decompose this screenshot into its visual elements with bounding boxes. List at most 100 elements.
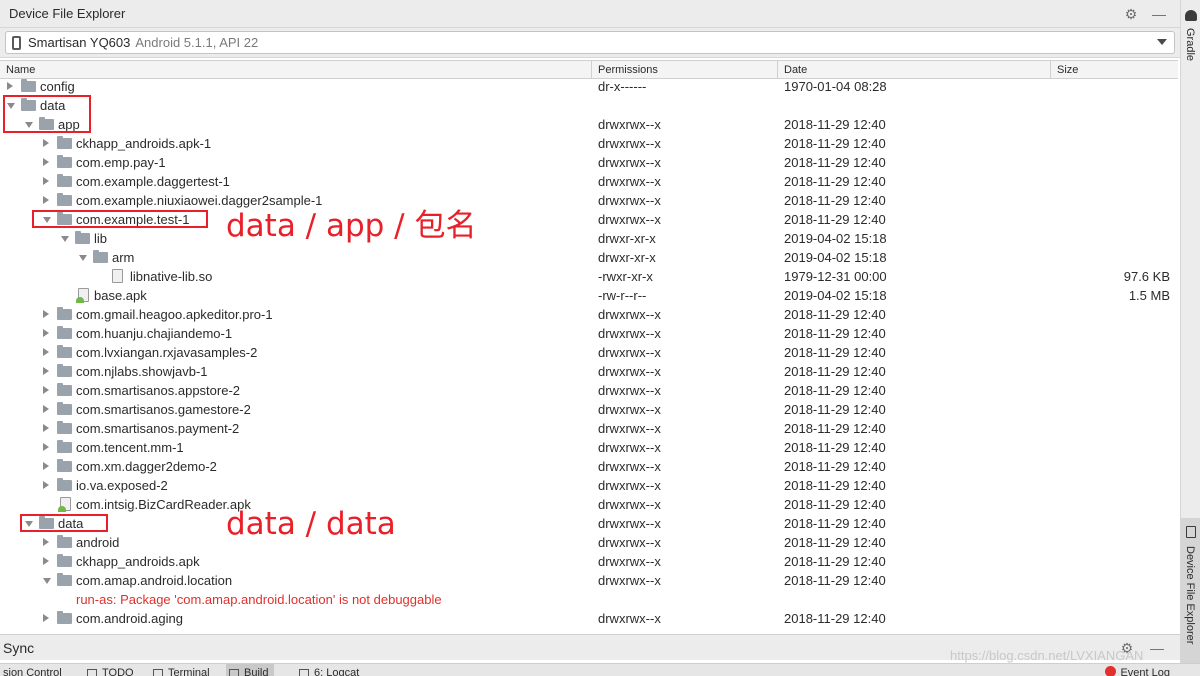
file-permissions: drwxrwx--x xyxy=(598,421,661,436)
file-permissions: drwxrwx--x xyxy=(598,136,661,151)
chevron-right-icon[interactable] xyxy=(43,367,49,375)
file-date: 2018-11-29 12:40 xyxy=(784,402,886,417)
gradle-tool-button[interactable]: Gradle xyxy=(1181,0,1200,70)
chevron-right-icon[interactable] xyxy=(43,158,49,166)
chevron-down-icon[interactable] xyxy=(43,578,51,584)
table-row[interactable]: com.huanju.chajiandemo-1 drwxrwx--x 2018-1… xyxy=(0,324,1178,343)
chevron-right-icon[interactable] xyxy=(43,139,49,147)
file-permissions: drwxrwx--x xyxy=(598,193,661,208)
chevron-right-icon[interactable] xyxy=(43,196,49,204)
file-date: 2018-11-29 12:40 xyxy=(784,212,886,227)
table-row[interactable]: com.lvxiangan.rxjavasamples-2 drwxrwx--x 2… xyxy=(0,343,1178,362)
annotation-box-data-app xyxy=(3,95,91,133)
file-permissions: dr-x------ xyxy=(598,79,647,94)
chevron-right-icon[interactable] xyxy=(43,614,49,622)
tab-terminal[interactable]: Terminal xyxy=(150,664,210,676)
file-permissions: drwxrwx--x xyxy=(598,345,661,360)
file-date: 2018-11-29 12:40 xyxy=(784,174,886,189)
table-row[interactable]: com.intsig.BizCardReader.apk drwxrwx--x 20… xyxy=(0,495,1178,514)
device-dropdown[interactable]: Smartisan YQ603 Android 5.1.1, API 22 xyxy=(5,31,1175,54)
table-row[interactable]: ckhapp_androids.apk-1 drwxrwx--x 2018-11-2… xyxy=(0,134,1178,153)
table-row[interactable]: data drwxrwx--x 2018-11-29 12:40 xyxy=(0,514,1178,533)
file-size: 97.6 KB xyxy=(1123,269,1170,284)
chevron-down-icon[interactable] xyxy=(79,255,87,261)
todo-icon xyxy=(87,669,97,676)
chevron-right-icon[interactable] xyxy=(43,424,49,432)
table-row[interactable]: com.xm.dagger2demo-2 drwxrwx--x 2018-11-29… xyxy=(0,457,1178,476)
annotation-box-data-data xyxy=(20,514,108,532)
file-date: 2018-11-29 12:40 xyxy=(784,535,886,550)
table-row[interactable]: app drwxrwx--x 2018-11-29 12:40 xyxy=(0,115,1178,134)
file-permissions: drwxr-xr-x xyxy=(598,231,656,246)
table-row[interactable]: android drwxrwx--x 2018-11-29 12:40 xyxy=(0,533,1178,552)
chevron-right-icon[interactable] xyxy=(7,82,13,90)
chevron-right-icon[interactable] xyxy=(43,405,49,413)
table-row[interactable]: com.smartisanos.appstore-2 drwxrwx--x 2018… xyxy=(0,381,1178,400)
table-row[interactable]: com.smartisanos.gamestore-2 drwxrwx--x 201… xyxy=(0,400,1178,419)
table-row[interactable]: com.smartisanos.payment-2 drwxrwx--x 2018-… xyxy=(0,419,1178,438)
table-row[interactable]: com.njlabs.showjavb-1 drwxrwx--x 2018-11-2… xyxy=(0,362,1178,381)
file-date: 2018-11-29 12:40 xyxy=(784,383,886,398)
table-row[interactable]: lib drwxr-xr-x 2019-04-02 15:18 xyxy=(0,229,1178,248)
tab-label: 6: Logcat xyxy=(314,667,360,676)
tab-version-control[interactable]: sion Control xyxy=(0,664,62,676)
table-row[interactable]: com.emp.pay-1 drwxrwx--x 2018-11-29 12:40 xyxy=(0,153,1178,172)
device-file-explorer-tool-button[interactable]: Device File Explorer xyxy=(1181,518,1200,663)
terminal-icon xyxy=(153,669,163,676)
table-row[interactable]: com.tencent.mm-1 drwxrwx--x 2018-11-29 12:… xyxy=(0,438,1178,457)
event-log-label: Event Log xyxy=(1120,667,1170,676)
table-row[interactable]: arm drwxr-xr-x 2019-04-02 15:18 xyxy=(0,248,1178,267)
file-date: 2018-11-29 12:40 xyxy=(784,117,886,132)
table-row[interactable]: com.example.daggertest-1 drwxrwx--x 2018-1… xyxy=(0,172,1178,191)
chevron-right-icon[interactable] xyxy=(43,481,49,489)
table-row[interactable]: io.va.exposed-2 drwxrwx--x 2018-11-29 12:4… xyxy=(0,476,1178,495)
table-row[interactable]: ckhapp_androids.apk drwxrwx--x 2018-11-29 … xyxy=(0,552,1178,571)
chevron-right-icon[interactable] xyxy=(43,538,49,546)
file-name: com.intsig.BizCardReader.apk xyxy=(76,497,251,512)
folder-icon xyxy=(57,573,72,586)
chevron-right-icon[interactable] xyxy=(43,177,49,185)
tab-logcat[interactable]: 6: Logcat xyxy=(296,664,359,676)
table-row[interactable]: config dr-x------ 1970-01-04 08:28 xyxy=(0,77,1178,96)
file-permissions: drwxrwx--x xyxy=(598,535,661,550)
tab-build[interactable]: Build xyxy=(226,664,275,676)
sync-label[interactable]: Sync xyxy=(3,640,34,656)
chevron-right-icon[interactable] xyxy=(43,557,49,565)
chevron-down-icon[interactable] xyxy=(61,236,69,242)
table-row[interactable]: libnative-lib.so -rwxr-xr-x 1979-12-31 00:… xyxy=(0,267,1178,286)
logcat-icon xyxy=(299,669,309,676)
table-row[interactable]: base.apk -rw-r--r-- 2019-04-02 15:18 1.5 MB xyxy=(0,286,1178,305)
minimize-icon[interactable]: — xyxy=(1148,639,1166,657)
minimize-icon[interactable]: — xyxy=(1150,5,1168,23)
chevron-down-icon xyxy=(1157,39,1167,45)
chevron-right-icon[interactable] xyxy=(43,310,49,318)
chevron-right-icon[interactable] xyxy=(43,443,49,451)
event-log-button[interactable]: Event Log xyxy=(1105,664,1170,676)
file-date: 2018-11-29 12:40 xyxy=(784,307,886,322)
chevron-right-icon[interactable] xyxy=(43,462,49,470)
table-row[interactable]: com.example.niuxiaowei.dagger2sample-1 dr… xyxy=(0,191,1178,210)
table-row[interactable]: com.android.aging drwxrwx--x 2018-11-29 12… xyxy=(0,609,1178,628)
file-permissions: drwxrwx--x xyxy=(598,554,661,569)
file-name: com.android.aging xyxy=(76,611,183,626)
chevron-right-icon[interactable] xyxy=(43,348,49,356)
tab-label: TODO xyxy=(102,667,134,676)
chevron-right-icon[interactable] xyxy=(43,329,49,337)
table-row[interactable]: data xyxy=(0,96,1178,115)
chevron-right-icon[interactable] xyxy=(43,386,49,394)
bottom-tool-bar: sion Control TODO Terminal Build 6: Logc… xyxy=(0,663,1200,676)
gradle-label: Gradle xyxy=(1184,28,1196,62)
table-row[interactable]: com.gmail.heagoo.apkeditor.pro-1 drwxrwx-… xyxy=(0,305,1178,324)
folder-icon xyxy=(57,155,72,168)
folder-icon xyxy=(93,250,108,263)
tab-todo[interactable]: TODO xyxy=(84,664,134,676)
error-icon xyxy=(1105,666,1117,676)
folder-icon xyxy=(57,440,72,453)
tab-label: sion Control xyxy=(3,667,62,676)
gear-icon[interactable]: ⚙ xyxy=(1122,5,1140,23)
folder-icon xyxy=(57,364,72,377)
file-permissions: drwxrwx--x xyxy=(598,516,661,531)
file-permissions: drwxrwx--x xyxy=(598,573,661,588)
table-row[interactable]: com.amap.android.location drwxrwx--x 2018-… xyxy=(0,571,1178,590)
file-permissions: drwxrwx--x xyxy=(598,440,661,455)
